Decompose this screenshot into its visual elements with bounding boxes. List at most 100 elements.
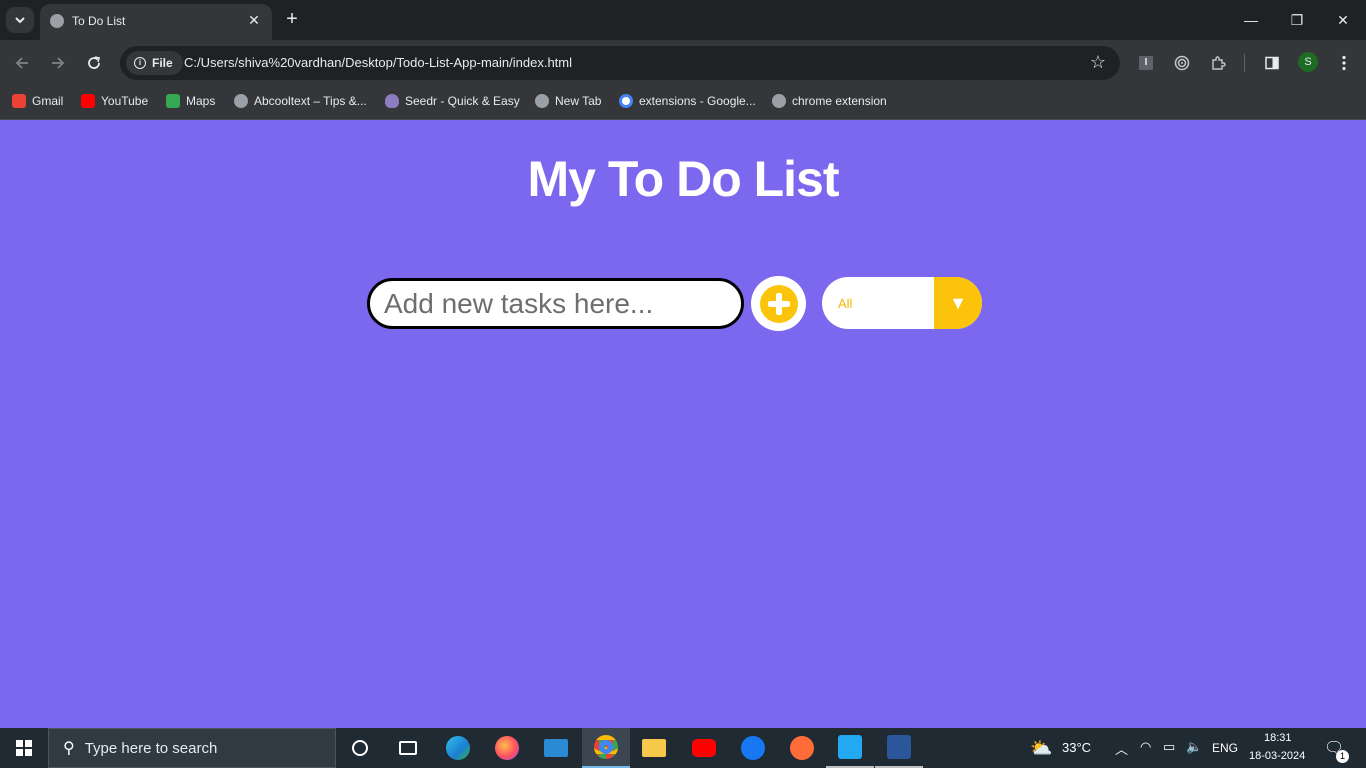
plus-circle-icon [759, 284, 798, 323]
site-info-chip[interactable]: i File [126, 51, 183, 75]
target-extension-button[interactable] [1171, 52, 1193, 74]
info-icon: i [134, 57, 146, 69]
reload-button[interactable] [81, 50, 107, 76]
browser-menu-button[interactable] [1333, 52, 1355, 74]
bookmark-label: Maps [186, 94, 216, 108]
url-text: C:/Users/shiva%20vardhan/Desktop/Todo-Li… [184, 55, 573, 70]
google-icon [619, 94, 633, 108]
bookmark-gmail[interactable]: Gmail [12, 94, 63, 108]
taskbar-app-chrome[interactable] [582, 728, 630, 768]
seedr-icon [385, 94, 399, 108]
gmail-icon [12, 94, 26, 108]
profile-avatar[interactable]: S [1298, 52, 1318, 72]
taskbar-search[interactable]: ⚲ Type here to search [48, 728, 336, 768]
taskbar-app-edge[interactable] [434, 728, 482, 768]
taskbar-app-word[interactable] [875, 728, 923, 768]
taskbar-app-firefox[interactable] [483, 728, 531, 768]
bookmark-label: Abcooltext – Tips &... [254, 94, 367, 108]
bookmark-chrome-extension[interactable]: chrome extension [772, 94, 887, 108]
browser-tab[interactable]: To Do List ✕ [40, 4, 272, 40]
language-indicator[interactable]: ENG [1212, 741, 1238, 755]
network-icon[interactable]: ◠ [1140, 739, 1151, 755]
taskbar-app-youtube[interactable] [680, 728, 728, 768]
globe-icon [535, 94, 549, 108]
taskbar-app-postman[interactable] [778, 728, 826, 768]
filter-select[interactable]: All ▼ [822, 277, 982, 329]
bookmark-label: New Tab [555, 94, 602, 108]
back-button[interactable] [9, 50, 35, 76]
dropdown-arrow-icon[interactable]: ▼ [934, 277, 982, 329]
weather-icon[interactable]: ⛅ [1030, 738, 1052, 759]
search-icon: ⚲ [63, 740, 75, 757]
target-icon [1174, 55, 1190, 71]
globe-icon [50, 14, 64, 28]
folder-icon [642, 739, 666, 757]
youtube-icon [692, 739, 716, 757]
windows-logo-icon [16, 740, 32, 756]
bookmark-abcooltext[interactable]: Abcooltext – Tips &... [234, 94, 367, 108]
chrome-icon [594, 735, 618, 759]
address-bar[interactable]: i File C:/Users/shiva%20vardhan/Desktop/… [120, 46, 1120, 80]
battery-icon[interactable]: ▭ [1163, 739, 1175, 755]
clock-time[interactable]: 18:31 [1264, 732, 1292, 744]
clock-date[interactable]: 18-03-2024 [1249, 750, 1305, 762]
add-task-button[interactable] [751, 276, 806, 331]
new-tab-button[interactable]: + [282, 8, 302, 30]
restore-button[interactable]: ❐ [1274, 6, 1320, 34]
taskbar-app-facebook[interactable] [729, 728, 777, 768]
taskbar-app-mail[interactable] [532, 728, 580, 768]
extensions-menu-button[interactable] [1207, 52, 1229, 74]
word-icon [887, 735, 911, 759]
notification-badge: 1 [1336, 750, 1349, 763]
extension-button[interactable]: I [1135, 52, 1157, 74]
chevron-down-icon [15, 17, 25, 24]
taskbar-app-vscode[interactable] [826, 728, 874, 768]
postman-icon [790, 736, 814, 760]
side-panel-button[interactable] [1261, 52, 1283, 74]
page-title: My To Do List [527, 151, 839, 207]
bookmark-maps[interactable]: Maps [166, 94, 215, 108]
tab-search-button[interactable] [6, 7, 34, 33]
tab-close-button[interactable]: ✕ [244, 10, 264, 30]
youtube-icon [81, 94, 95, 108]
bookmark-label: extensions - Google... [639, 94, 756, 108]
puzzle-icon [1212, 56, 1226, 70]
bookmarks-bar: Gmail YouTube Maps Abcooltext – Tips &..… [0, 86, 1366, 120]
cortana-button[interactable] [336, 728, 384, 768]
globe-icon [772, 94, 786, 108]
minimize-button[interactable]: — [1228, 6, 1274, 34]
forward-button[interactable] [45, 50, 71, 76]
arrow-left-icon [15, 57, 28, 69]
browser-titlebar: To Do List ✕ + — ❐ ✕ [0, 0, 1366, 40]
browser-toolbar: i File C:/Users/shiva%20vardhan/Desktop/… [0, 40, 1366, 86]
bookmark-extensions[interactable]: extensions - Google... [619, 94, 756, 108]
bookmark-label: Seedr - Quick & Easy [405, 94, 520, 108]
edge-icon [446, 736, 470, 760]
toolbar-divider [1244, 54, 1245, 72]
firefox-icon [495, 736, 519, 760]
taskbar-app-file-explorer[interactable] [630, 728, 678, 768]
facebook-icon [741, 736, 765, 760]
new-task-input[interactable] [367, 278, 744, 329]
task-view-icon [399, 741, 417, 755]
reload-icon [88, 56, 100, 69]
bookmark-new-tab[interactable]: New Tab [535, 94, 601, 108]
close-window-button[interactable]: ✕ [1320, 6, 1366, 34]
volume-icon[interactable]: 🔈 [1186, 739, 1202, 755]
task-view-button[interactable] [384, 728, 432, 768]
bookmark-label: chrome extension [792, 94, 887, 108]
bookmark-youtube[interactable]: YouTube [81, 94, 148, 108]
chevron-up-icon[interactable]: ︿ [1115, 739, 1128, 758]
weather-temperature[interactable]: 33°C [1062, 740, 1091, 755]
globe-icon [234, 94, 248, 108]
bookmark-star-icon[interactable]: ☆ [1090, 52, 1106, 73]
side-panel-icon [1265, 56, 1279, 70]
site-info-label: File [152, 56, 173, 70]
extension-icon: I [1139, 56, 1153, 70]
cortana-icon [352, 740, 368, 756]
bookmark-label: YouTube [101, 94, 149, 108]
start-button[interactable] [0, 728, 48, 768]
filter-selected-value: All [838, 296, 853, 311]
bookmark-seedr[interactable]: Seedr - Quick & Easy [385, 94, 520, 108]
bookmark-label: Gmail [32, 94, 64, 108]
